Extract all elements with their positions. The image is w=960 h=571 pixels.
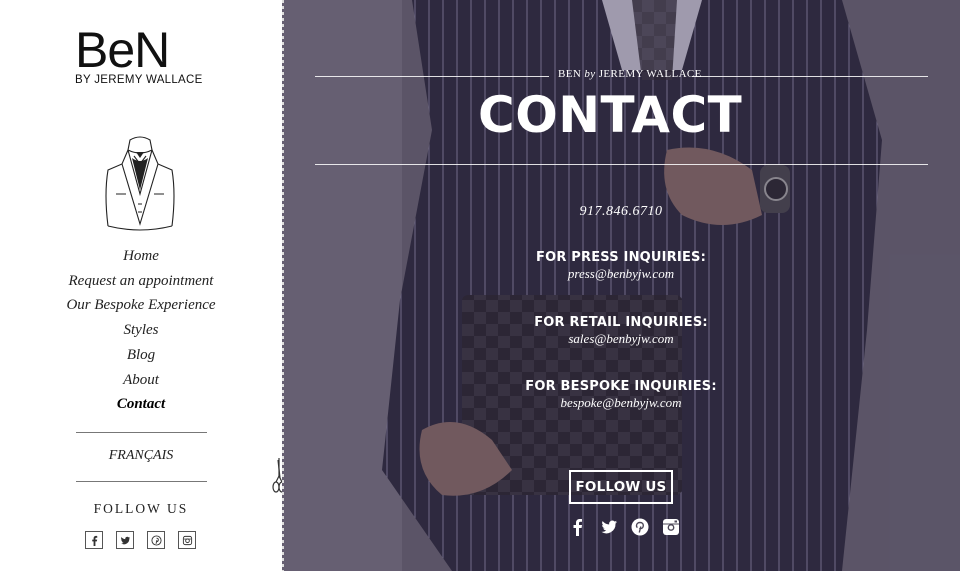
title-rule-bottom <box>315 164 928 165</box>
facebook-icon[interactable] <box>568 517 588 537</box>
hero-brand-prefix: BEN <box>558 68 582 80</box>
sidebar: BeN BY JEREMY WALLACE Home Request an ap… <box>0 0 282 571</box>
nav-item-blog[interactable]: Blog <box>0 343 282 368</box>
hero-brand-name: JEREMY WALLACE <box>598 68 702 80</box>
instagram-icon[interactable] <box>661 517 681 537</box>
sidebar-social-links <box>85 531 196 549</box>
twitter-icon[interactable] <box>116 531 134 549</box>
title-rule-right <box>692 76 928 77</box>
retail-inquiries: FOR RETAIL INQUIRIES: sales@benbyjw.com <box>446 315 796 347</box>
hero-social-links <box>568 517 681 537</box>
logo[interactable]: BeN BY JEREMY WALLACE <box>75 22 215 86</box>
hero-brand-line: BEN by JEREMY WALLACE <box>552 68 708 80</box>
phone-number[interactable]: 917.846.6710 <box>446 204 796 220</box>
logo-word: BeN <box>75 22 170 78</box>
nav-item-about[interactable]: About <box>0 368 282 393</box>
nav-item-contact[interactable]: Contact <box>0 392 282 417</box>
divider <box>76 481 207 482</box>
retail-inquiries-heading: FOR RETAIL INQUIRIES: <box>534 315 708 330</box>
language-switch[interactable]: FRANÇAIS <box>0 448 282 464</box>
bespoke-inquiries-heading: FOR BESPOKE INQUIRIES: <box>525 379 717 394</box>
press-email-link[interactable]: press@benbyjw.com <box>446 266 796 282</box>
divider <box>76 432 207 433</box>
hero-brand-by: by <box>584 68 596 80</box>
retail-email-link[interactable]: sales@benbyjw.com <box>446 331 796 347</box>
bespoke-email-link[interactable]: bespoke@benbyjw.com <box>446 395 796 411</box>
suit-illustration <box>105 136 175 231</box>
instagram-icon[interactable] <box>178 531 196 549</box>
press-inquiries: FOR PRESS INQUIRIES: press@benbyjw.com <box>446 250 796 282</box>
pinterest-icon[interactable] <box>630 517 650 537</box>
sidebar-follow-label: FOLLOW US <box>93 501 189 516</box>
follow-us-button[interactable]: FOLLOW US <box>569 470 673 504</box>
twitter-icon[interactable] <box>599 517 619 537</box>
nav-item-request-appointment[interactable]: Request an appointment <box>0 269 282 294</box>
page-title: CONTACT <box>478 86 743 144</box>
nav-item-styles[interactable]: Styles <box>0 318 282 343</box>
dashed-cut-line <box>282 0 284 571</box>
facebook-icon[interactable] <box>85 531 103 549</box>
press-inquiries-heading: FOR PRESS INQUIRIES: <box>535 250 706 265</box>
nav-item-home[interactable]: Home <box>0 244 282 269</box>
hero: BEN by JEREMY WALLACE CONTACT 917.846.67… <box>282 0 960 571</box>
title-rule-left <box>315 76 549 77</box>
main-nav: Home Request an appointment Our Bespoke … <box>0 244 282 417</box>
nav-item-bespoke-experience[interactable]: Our Bespoke Experience <box>0 293 282 318</box>
pinterest-icon[interactable] <box>147 531 165 549</box>
bespoke-inquiries: FOR BESPOKE INQUIRIES: bespoke@benbyjw.c… <box>446 379 796 411</box>
logo-subtitle: BY JEREMY WALLACE <box>75 74 203 86</box>
